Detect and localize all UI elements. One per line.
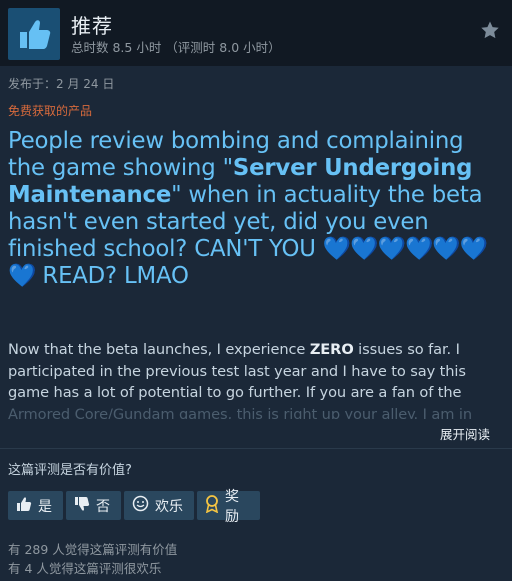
award-button[interactable]: 奖励 (197, 489, 260, 525)
vote-yes-label: 是 (38, 498, 52, 515)
divider (0, 448, 512, 449)
vote-no-button[interactable]: 否 (66, 491, 121, 520)
posted-date: 发布于：2 月 24 日 (8, 77, 115, 91)
headline-text-3: READ? LMAO (35, 263, 189, 289)
thumbs-up-icon (16, 496, 32, 516)
body-bold: ZERO (309, 341, 354, 358)
vote-no-label: 否 (96, 498, 110, 515)
recommendation-title: 推荐 (71, 14, 113, 38)
body-faded-text: Armored Core/Gundam games, this is right… (8, 405, 472, 420)
vote-funny-label: 欢乐 (155, 498, 183, 515)
review-body: Now that the beta launches, I experience… (8, 339, 508, 419)
thumbs-down-icon (74, 496, 90, 516)
award-label: 奖励 (225, 488, 239, 525)
award-ribbon-icon (205, 494, 219, 517)
smiley-icon (132, 495, 149, 516)
body-text-1: Now that the beta launches, I experience (8, 341, 310, 358)
vote-funny-button[interactable]: 欢乐 (124, 491, 194, 520)
review-header: 推荐 总时数 8.5 小时 （评测时 8.0 小时） (0, 0, 512, 66)
funny-count: 有 4 人觉得这篇评测很欢乐 (8, 561, 162, 576)
thumbs-up-icon (8, 8, 60, 60)
playtime-hours: 总时数 8.5 小时 （评测时 8.0 小时） (71, 40, 281, 55)
award-star-icon[interactable] (480, 20, 500, 44)
helpful-count: 有 289 人觉得这篇评测有价值 (8, 542, 178, 557)
free-product-label: 免费获取的产品 (8, 104, 93, 118)
review-body-clip: Now that the beta launches, I experience… (0, 339, 512, 419)
vote-yes-button[interactable]: 是 (8, 491, 63, 520)
expand-review-link[interactable]: 展开阅读 (440, 424, 490, 443)
helpful-question: 这篇评测是否有价值? (8, 463, 132, 478)
review-headline: People review bombing and complaining th… (8, 128, 504, 290)
